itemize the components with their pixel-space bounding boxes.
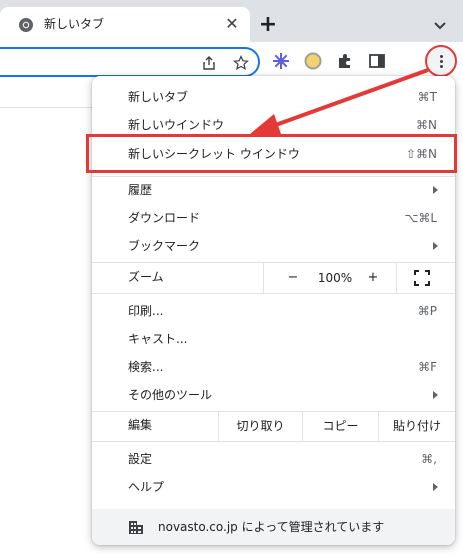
- zoom-in-button[interactable]: +: [361, 268, 385, 288]
- chevron-down-icon[interactable]: [430, 15, 450, 35]
- chevron-right-icon: [433, 186, 438, 194]
- edit-row: 編集 切り取り コピー 貼り付け: [92, 411, 455, 441]
- menu-item-settings[interactable]: 設定 ⌘,: [92, 445, 455, 473]
- menu-item-help[interactable]: ヘルプ: [92, 473, 455, 501]
- share-icon[interactable]: [201, 55, 217, 71]
- cut-button[interactable]: 切り取り: [219, 418, 302, 434]
- new-tab-button[interactable]: +: [256, 14, 280, 38]
- building-icon: [129, 521, 143, 534]
- bookmark-star-icon[interactable]: [233, 55, 249, 71]
- menu-shortcut: ⌘F: [418, 360, 437, 374]
- address-bar[interactable]: [0, 47, 260, 77]
- more-menu-button[interactable]: [425, 45, 457, 77]
- menu-item-print[interactable]: 印刷... ⌘P: [92, 297, 455, 325]
- managed-by-row[interactable]: novasto.co.jp によって管理されています: [92, 509, 455, 545]
- menu-item-find[interactable]: 検索... ⌘F: [92, 353, 455, 381]
- chrome-icon: [19, 18, 33, 32]
- menu-shortcut: ⌘T: [417, 90, 437, 104]
- managed-by-text: novasto.co.jp によって管理されています: [158, 520, 385, 534]
- menu-label: キャスト...: [128, 332, 188, 346]
- menu-shortcut: ⌘N: [416, 118, 437, 132]
- menu-label: 検索...: [128, 360, 164, 374]
- tab-title: 新しいタブ: [44, 17, 105, 31]
- tab-strip: 新しいタブ ✕ +: [0, 0, 463, 42]
- menu-item-cast[interactable]: キャスト...: [92, 325, 455, 353]
- zoom-out-button[interactable]: −: [281, 268, 305, 288]
- menu-item-more-tools[interactable]: その他のツール: [92, 381, 455, 409]
- edit-label: 編集: [128, 418, 153, 432]
- toolbar-divider: [0, 107, 92, 108]
- menu-label: 印刷...: [128, 304, 164, 318]
- tab-close-button[interactable]: ✕: [222, 14, 242, 34]
- menu-item-bookmarks[interactable]: ブックマーク: [92, 232, 455, 260]
- menu-label: 新しいタブ: [128, 90, 189, 104]
- annotation-highlight-box: [86, 134, 457, 173]
- chevron-right-icon: [433, 483, 438, 491]
- menu-label: 設定: [128, 452, 153, 466]
- more-vert-icon: [440, 55, 443, 58]
- menu-label: 新しいウインドウ: [128, 118, 225, 132]
- menu-item-new-tab[interactable]: 新しいタブ ⌘T: [92, 83, 455, 111]
- extension-sun-icon[interactable]: [272, 52, 290, 70]
- menu-label: ブックマーク: [128, 239, 201, 253]
- side-panel-icon[interactable]: [368, 52, 386, 70]
- menu-item-downloads[interactable]: ダウンロード ⌥⌘L: [92, 204, 455, 232]
- extension-circle-icon[interactable]: [304, 52, 322, 70]
- zoom-level: 100%: [317, 271, 353, 285]
- menu-shortcut: ⌘P: [417, 304, 437, 318]
- menu-item-history[interactable]: 履歴: [92, 176, 455, 204]
- menu-separator: [92, 441, 455, 442]
- tab-new-tab[interactable]: 新しいタブ ✕: [0, 7, 250, 42]
- paste-button[interactable]: 貼り付け: [379, 418, 455, 434]
- extensions-puzzle-icon[interactable]: [336, 52, 354, 70]
- menu-shortcut: ⌥⌘L: [404, 211, 437, 225]
- menu-shortcut: ⌘,: [421, 452, 437, 466]
- menu-label: ダウンロード: [128, 211, 201, 225]
- fullscreen-icon[interactable]: [414, 270, 430, 286]
- chevron-right-icon: [433, 391, 438, 399]
- zoom-label: ズーム: [128, 270, 164, 284]
- copy-button[interactable]: コピー: [303, 418, 378, 434]
- chevron-right-icon: [433, 242, 438, 250]
- menu-separator: [92, 293, 455, 294]
- zoom-row: ズーム − 100% +: [92, 263, 455, 293]
- menu-label: ヘルプ: [128, 480, 165, 494]
- menu-label: その他のツール: [128, 388, 213, 402]
- menu-label: 履歴: [128, 183, 153, 197]
